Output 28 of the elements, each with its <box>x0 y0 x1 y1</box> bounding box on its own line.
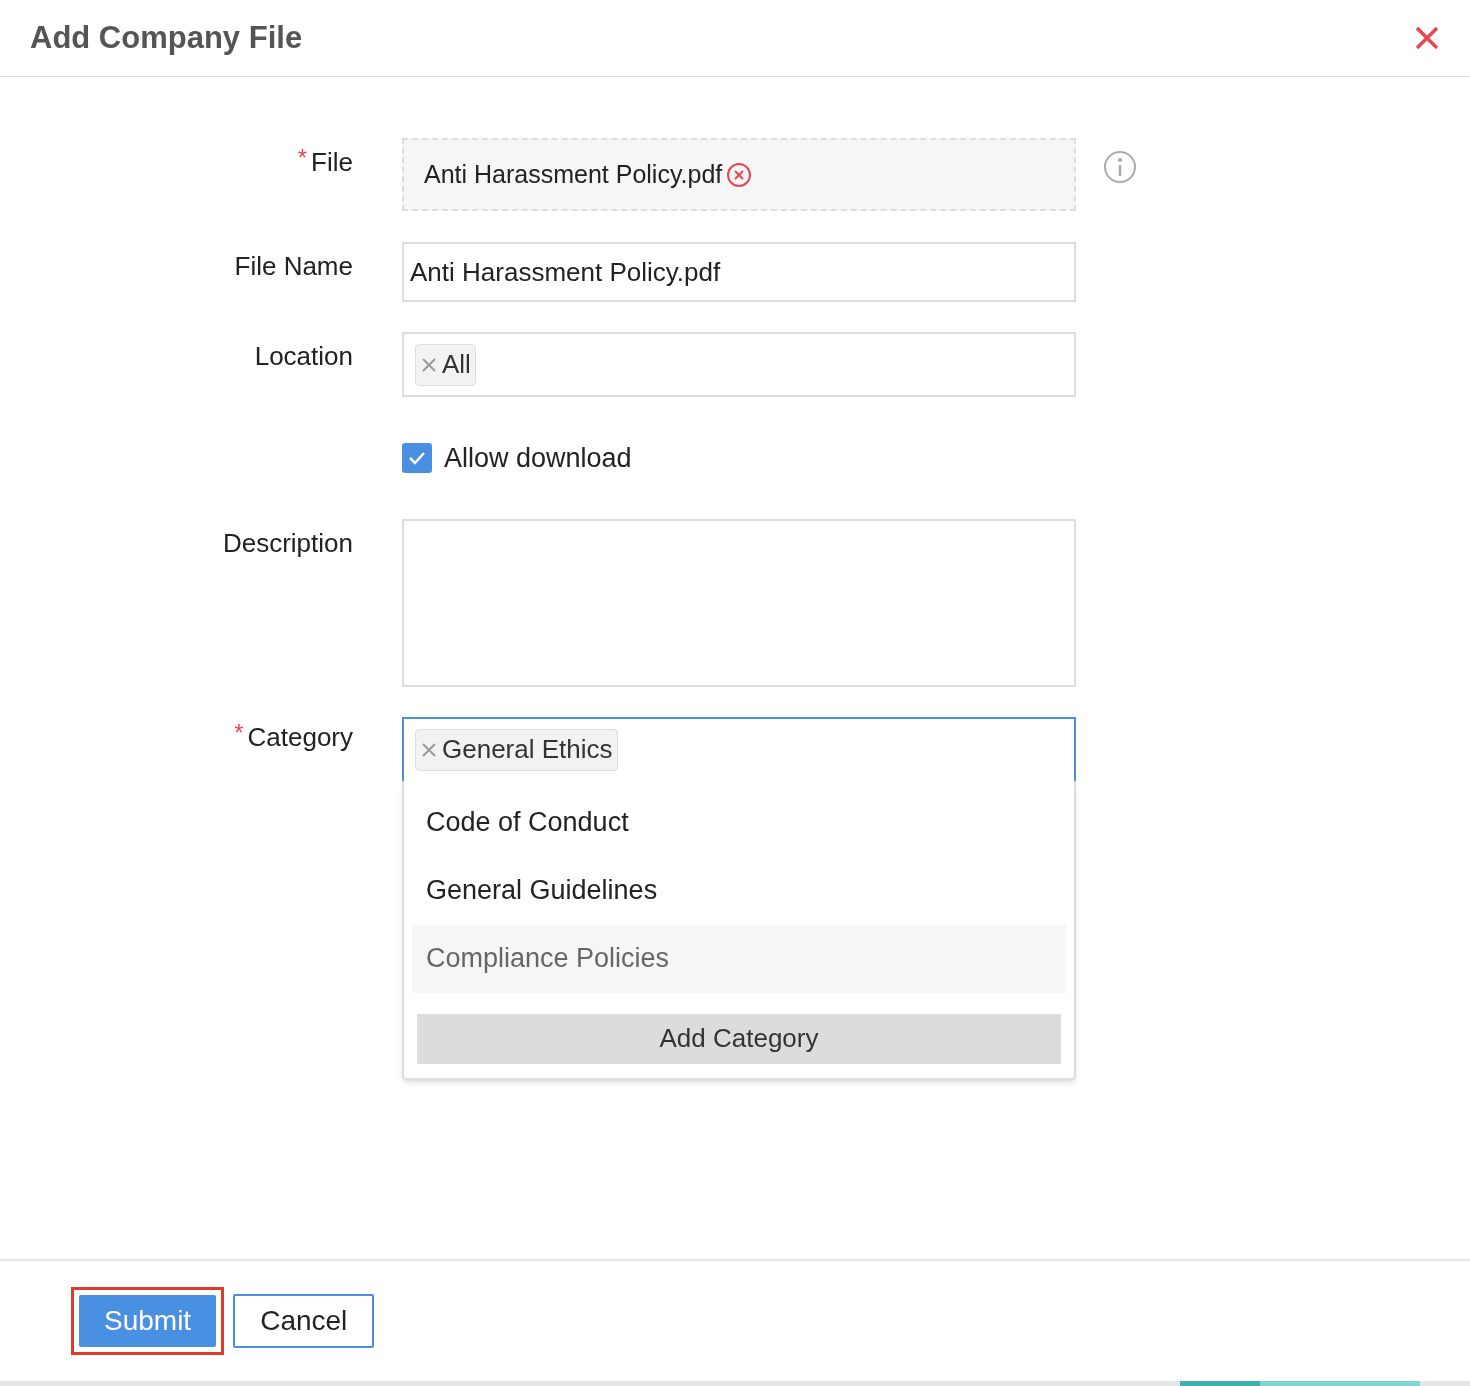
remove-icon[interactable] <box>420 740 438 759</box>
add-category-button[interactable]: Add Category <box>417 1013 1061 1064</box>
field-label: File Name <box>234 250 353 283</box>
remove-circle-icon[interactable] <box>726 161 753 188</box>
description-textarea[interactable] <box>402 518 1076 687</box>
field-label: File <box>311 146 353 179</box>
file-drop-area[interactable]: Anti Harassment Policy.pdf <box>402 138 1076 211</box>
category-select[interactable]: General Ethics <box>402 716 1076 781</box>
cancel-button[interactable]: Cancel <box>233 1294 375 1348</box>
info-icon[interactable] <box>1103 150 1137 184</box>
dropdown-option[interactable]: Code of Conduct <box>412 788 1066 857</box>
tag-label: General Ethics <box>442 733 613 766</box>
file-name: Anti Harassment Policy.pdf <box>424 158 723 190</box>
required-mark: * <box>234 720 244 745</box>
dropdown-option[interactable]: General Guidelines <box>412 856 1066 925</box>
dropdown-option[interactable]: Compliance Policies <box>412 924 1066 993</box>
checkbox-label: Allow download <box>444 442 632 475</box>
field-label: Location <box>254 340 353 373</box>
close-icon[interactable] <box>1415 26 1439 50</box>
field-label: Category <box>247 720 353 753</box>
field-label: Description <box>222 526 353 559</box>
checkbox[interactable] <box>402 443 432 474</box>
file-name-input[interactable]: Anti Harassment Policy.pdf <box>402 242 1076 302</box>
remove-icon[interactable] <box>420 355 438 374</box>
location-select[interactable]: All <box>402 332 1076 397</box>
required-mark: * <box>297 146 308 170</box>
tag-label: All <box>442 348 471 381</box>
dialog-title: Add Company File <box>30 18 303 57</box>
